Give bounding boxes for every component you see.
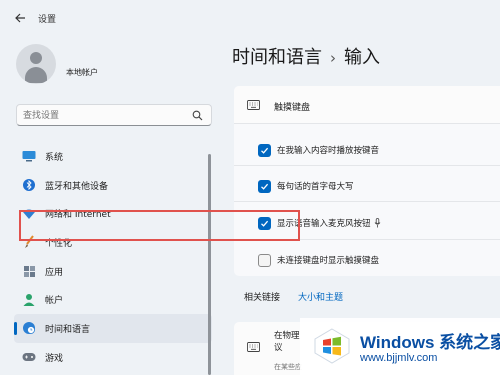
highlight-box xyxy=(19,210,300,241)
divider xyxy=(234,201,500,202)
watermark-brand: Windows 系统之家 xyxy=(360,333,500,352)
sidebar-item-bluetooth[interactable]: 蓝牙和其他设备 xyxy=(14,171,212,200)
sidebar-item-system[interactable]: 系统 xyxy=(14,142,212,171)
avatar[interactable] xyxy=(16,44,56,84)
sidebar-item-apps[interactable]: 应用 xyxy=(14,257,212,286)
user-name: 本地帐户 xyxy=(66,68,98,77)
windows-logo-icon xyxy=(314,328,350,364)
keyboard-icon xyxy=(247,342,260,352)
option-label: 未连接键盘时显示触摸键盘 xyxy=(277,256,380,266)
sidebar-item-label: 时间和语言 xyxy=(45,324,91,335)
search-input[interactable] xyxy=(23,109,183,122)
sidebar-item-label: 系统 xyxy=(45,152,64,163)
option-show-touch-keyboard-no-keyboard[interactable]: 未连接键盘时显示触摸键盘 xyxy=(258,248,484,272)
watermark: Windows 系统之家 www.bjjmlv.com xyxy=(300,318,500,375)
sidebar-item-label: 游戏 xyxy=(45,353,64,364)
sidebar-item-label: 应用 xyxy=(45,267,64,278)
divider xyxy=(234,165,500,166)
back-button[interactable] xyxy=(10,8,30,28)
search-box[interactable] xyxy=(16,104,212,126)
gamepad-icon xyxy=(22,350,36,364)
keyboard-icon xyxy=(247,100,260,110)
microphone-icon xyxy=(374,218,380,228)
sidebar-scrollbar[interactable] xyxy=(208,154,211,375)
selection-indicator xyxy=(14,322,17,336)
bluetooth-icon xyxy=(22,178,36,192)
breadcrumb: 时间和语言 › 输入 xyxy=(232,43,380,69)
option-play-key-sounds[interactable]: 在我输入内容时播放按键音 xyxy=(258,138,484,162)
breadcrumb-current: 输入 xyxy=(344,47,380,68)
sidebar-item-accounts[interactable]: 帐户 xyxy=(14,285,212,314)
checkmark-icon xyxy=(261,183,269,190)
checkbox-checked[interactable] xyxy=(258,143,271,157)
sidebar-item-label: 蓝牙和其他设备 xyxy=(45,181,109,192)
panel-title: 触摸键盘 xyxy=(274,103,311,113)
related-links: 相关链接 大小和主题 xyxy=(234,280,500,310)
sidebar: 本地帐户 系统 蓝牙和其他设备 网络和 Internet xyxy=(0,36,218,375)
checkmark-icon xyxy=(261,147,269,154)
arrow-left-icon xyxy=(15,13,25,23)
sidebar-item-label: 帐户 xyxy=(45,296,64,307)
option-label: 在我输入内容时播放按键音 xyxy=(277,146,380,156)
sidebar-item-gaming[interactable]: 游戏 xyxy=(14,343,212,372)
globe-clock-icon xyxy=(22,321,36,335)
search-icon[interactable] xyxy=(192,110,203,121)
nav-list: 系统 蓝牙和其他设备 网络和 Internet 个性化 应用 帐户 时间和语言 … xyxy=(14,142,212,372)
option-label: 每句话的首字母大写 xyxy=(277,182,354,192)
apps-icon xyxy=(22,264,36,278)
touch-keyboard-header[interactable]: 触摸键盘 xyxy=(234,86,500,124)
checkbox-unchecked[interactable] xyxy=(258,253,271,267)
monitor-icon xyxy=(22,149,36,163)
watermark-url: www.bjjmlv.com xyxy=(360,352,438,364)
sidebar-item-time-language[interactable]: 时间和语言 xyxy=(14,314,212,343)
checkbox-checked[interactable] xyxy=(258,179,271,193)
related-links-label: 相关链接 xyxy=(244,293,281,303)
option-capitalize-first-letter[interactable]: 每句话的首字母大写 xyxy=(258,174,484,198)
size-theme-link[interactable]: 大小和主题 xyxy=(298,290,343,303)
card-subtitle: 在某些应 xyxy=(274,363,302,371)
window-title: 设置 xyxy=(38,15,57,25)
person-icon xyxy=(22,293,36,307)
breadcrumb-parent[interactable]: 时间和语言 xyxy=(232,47,322,68)
title-bar: 设置 xyxy=(0,0,500,36)
breadcrumb-separator: › xyxy=(330,49,336,67)
